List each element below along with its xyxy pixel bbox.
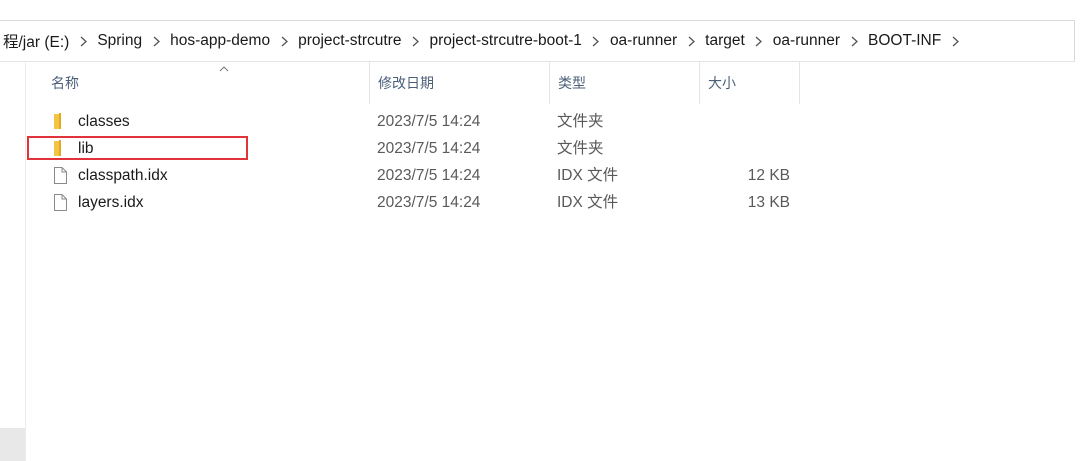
navigation-pane-scrollbar[interactable] xyxy=(0,428,25,461)
breadcrumb-item-oa-runner-2[interactable]: oa-runner xyxy=(770,32,843,50)
address-bar[interactable]: 程/jar (E:) Spring hos-app-demo project-s… xyxy=(0,20,1075,62)
file-row-layers-idx[interactable]: layers.idx 2023/7/5 14:24 IDX 文件 13 KB xyxy=(48,189,798,216)
file-type: 文件夹 xyxy=(557,113,604,130)
file-date: 2023/7/5 14:24 xyxy=(377,113,481,130)
sort-ascending-icon xyxy=(219,66,229,72)
chevron-right-icon[interactable] xyxy=(585,36,607,47)
column-header-size-label: 大小 xyxy=(708,75,736,91)
column-header-name-label: 名称 xyxy=(51,75,79,91)
file-row-classpath-idx[interactable]: classpath.idx 2023/7/5 14:24 IDX 文件 12 K… xyxy=(48,162,798,189)
column-header-row: 名称 修改日期 类型 大小 xyxy=(26,62,1075,104)
breadcrumb-item-target[interactable]: target xyxy=(702,32,748,50)
file-date: 2023/7/5 14:24 xyxy=(377,167,481,184)
column-header-type-label: 类型 xyxy=(558,75,586,91)
chevron-right-icon[interactable] xyxy=(843,36,865,47)
chevron-right-icon[interactable] xyxy=(273,36,295,47)
file-icon xyxy=(54,194,67,211)
navigation-pane[interactable] xyxy=(0,62,26,461)
highlight-annotation-box xyxy=(27,136,248,160)
file-type: 文件夹 xyxy=(557,140,604,157)
breadcrumb: 程/jar (E:) Spring hos-app-demo project-s… xyxy=(0,21,966,61)
file-icon xyxy=(54,167,67,184)
folder-icon xyxy=(54,113,61,129)
column-header-size[interactable]: 大小 xyxy=(700,62,800,104)
chevron-right-icon[interactable] xyxy=(680,36,702,47)
file-name: layers.idx xyxy=(78,194,144,211)
column-header-date-label: 修改日期 xyxy=(378,75,434,91)
breadcrumb-item-hos-app-demo[interactable]: hos-app-demo xyxy=(167,32,273,50)
breadcrumb-item-oa-runner[interactable]: oa-runner xyxy=(607,32,680,50)
column-header-type[interactable]: 类型 xyxy=(550,62,700,104)
breadcrumb-item-project-strcutre[interactable]: project-strcutre xyxy=(295,32,404,50)
file-name: classpath.idx xyxy=(78,167,168,184)
file-type: IDX 文件 xyxy=(557,167,619,184)
file-size: 13 KB xyxy=(747,194,790,211)
breadcrumb-item-boot-inf[interactable]: BOOT-INF xyxy=(865,32,944,50)
chevron-right-icon[interactable] xyxy=(404,36,426,47)
column-header-name[interactable]: 名称 xyxy=(43,62,370,104)
file-size: 12 KB xyxy=(747,167,790,184)
breadcrumb-item-drive[interactable]: 程/jar (E:) xyxy=(0,30,72,52)
file-row-classes[interactable]: classes 2023/7/5 14:24 文件夹 xyxy=(48,108,798,135)
file-name: classes xyxy=(78,113,130,130)
chevron-right-icon[interactable] xyxy=(145,36,167,47)
chevron-right-icon[interactable] xyxy=(72,36,94,47)
column-header-date[interactable]: 修改日期 xyxy=(370,62,550,104)
chevron-right-icon[interactable] xyxy=(944,36,966,47)
chevron-right-icon[interactable] xyxy=(748,36,770,47)
file-date: 2023/7/5 14:24 xyxy=(377,194,481,211)
file-date: 2023/7/5 14:24 xyxy=(377,140,481,157)
breadcrumb-item-spring[interactable]: Spring xyxy=(94,32,145,50)
breadcrumb-item-project-strcutre-boot-1[interactable]: project-strcutre-boot-1 xyxy=(426,32,584,50)
file-type: IDX 文件 xyxy=(557,194,619,211)
